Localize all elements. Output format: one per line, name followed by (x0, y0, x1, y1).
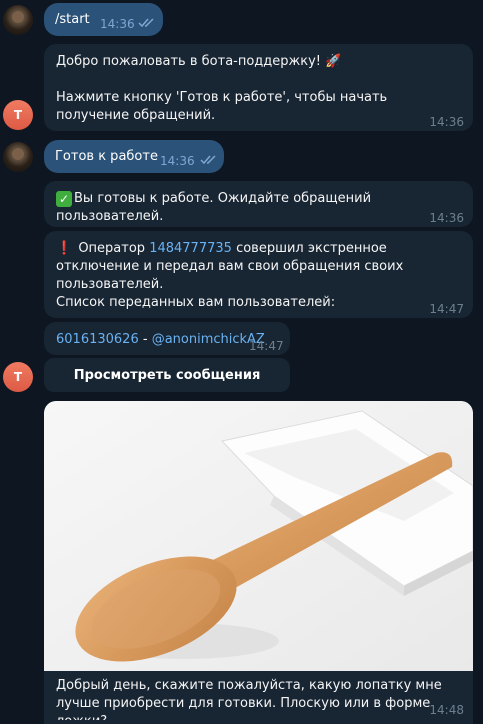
welcome-line1: Добро пожаловать в бота-поддержку! (56, 54, 321, 69)
username-link[interactable]: @anonimchickAZ (152, 332, 265, 347)
welcome-line2: Нажмите кнопку 'Готов к работе', чтобы н… (56, 90, 388, 123)
operator-id-link[interactable]: 1484777735 (149, 241, 232, 256)
incoming-message-user-entry: 6016130626 - @anonimchickAZ 14:47 (44, 322, 290, 355)
operator-prefix: Оператор (78, 241, 146, 256)
wooden-spoon-image (44, 401, 473, 671)
message-time: 14:47 (249, 339, 284, 353)
user-separator: - (138, 332, 152, 347)
message-text: /start (55, 12, 90, 27)
message-time: 14:48 (429, 703, 464, 717)
message-time: 14:36 (429, 211, 464, 225)
user-id-link[interactable]: 6016130626 (56, 332, 139, 347)
user-avatar[interactable] (3, 5, 33, 35)
check-mark-icon: ✓ (56, 190, 72, 207)
incoming-message-operator: ❗ Оператор 1484777735 совершил экстренно… (44, 231, 473, 318)
rocket-icon: 🚀 (325, 54, 342, 69)
transfer-list-title: Список переданных вам пользователей: (56, 295, 336, 310)
message-time: 14:36 (100, 17, 135, 31)
message-time: 14:47 (429, 302, 464, 316)
outgoing-message-ready: Готов к работе 14:36 (44, 140, 224, 173)
message-text: Готов к работе (55, 149, 158, 164)
photo-caption: Добрый день, скажите пожалуйста, какую л… (56, 678, 442, 724)
double-check-icon (138, 18, 154, 28)
incoming-message-ready-reply: ✓ Вы готовы к работе. Ожидайте обращений … (44, 181, 473, 227)
incoming-message-photo: Добрый день, скажите пожалуйста, какую л… (44, 401, 473, 724)
message-time: 14:36 (160, 154, 195, 168)
incoming-message-welcome: Добро пожаловать в бота-поддержку! 🚀 Наж… (44, 44, 473, 131)
outgoing-message-start: /start 14:36 (44, 3, 163, 36)
user-avatar[interactable] (3, 142, 33, 172)
next-message-edge (44, 720, 473, 724)
double-check-icon (200, 155, 216, 165)
exclamation-icon: ❗ (56, 241, 73, 256)
message-time: 14:36 (429, 115, 464, 129)
view-messages-button[interactable]: Просмотреть сообщения (44, 358, 290, 392)
bot-avatar[interactable]: T (3, 362, 33, 392)
bot-avatar[interactable]: T (3, 100, 33, 130)
ready-reply-text: Вы готовы к работе. Ожидайте обращений п… (56, 191, 372, 224)
spoon-photo[interactable] (44, 401, 473, 671)
